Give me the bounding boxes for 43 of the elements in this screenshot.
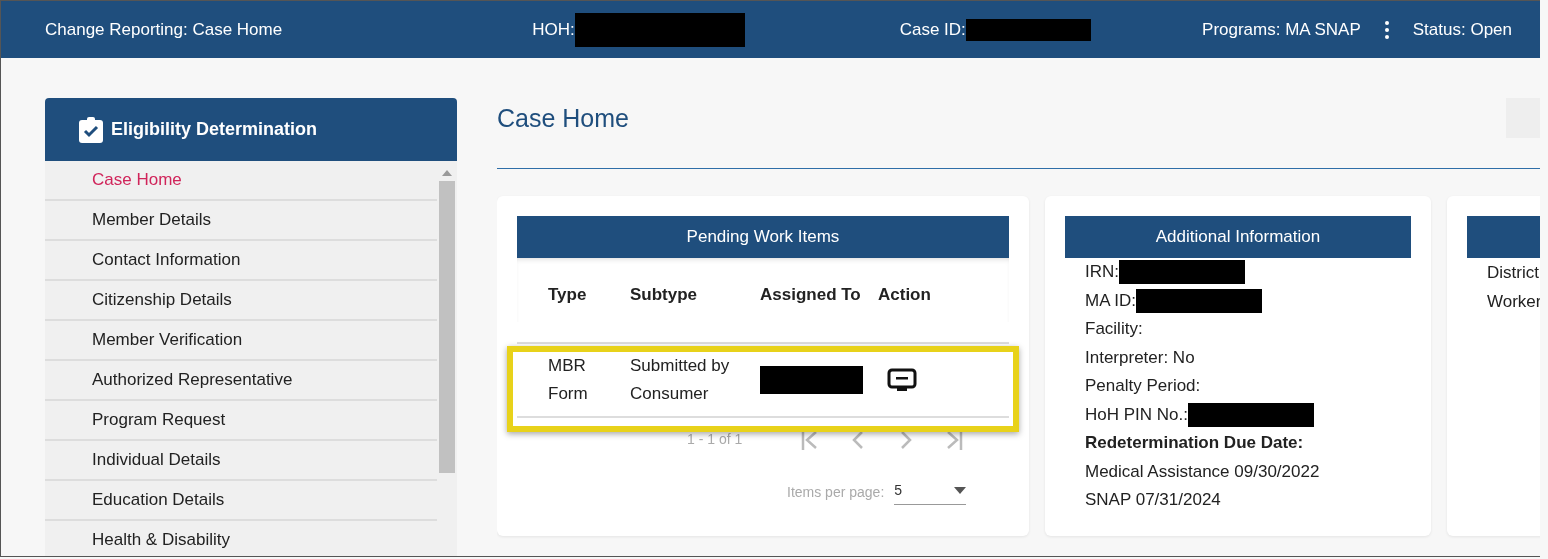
monitor-icon[interactable] [887, 367, 917, 392]
sidebar-item[interactable]: Program Request [45, 401, 437, 441]
scroll-up-icon[interactable] [442, 170, 452, 176]
page-size-select[interactable]: 5 [894, 479, 967, 505]
info-text: Interpreter: No [1085, 346, 1195, 369]
caret-icon [954, 486, 967, 494]
items-per-page-label: Items per page: [787, 482, 885, 502]
sidebar-title: Eligibility Determination [111, 118, 318, 141]
scrollbar-thumb[interactable] [439, 181, 455, 473]
info-text: HoH PIN No.: [1085, 403, 1188, 426]
section-heading: Redetermination Due Date: [1085, 432, 1304, 454]
card-title: Additional Information [1065, 216, 1411, 258]
info-text: Facility: [1085, 318, 1143, 340]
sidebar-item[interactable]: Case Home [45, 161, 437, 201]
sidebar-item[interactable]: Member Verification [45, 321, 437, 361]
info-text: Medical Assistance 09/30/2022 [1085, 460, 1320, 483]
table-cell-text: Submitted by Consumer [630, 354, 731, 405]
column-header: Subtype [630, 284, 699, 306]
info-text: District [1487, 262, 1540, 284]
column-header: Action [878, 284, 932, 306]
status-label: Status: Open [1412, 18, 1512, 41]
sidebar-item[interactable]: Education Details [45, 481, 437, 521]
page-title: Change Reporting: Case Home [45, 18, 283, 41]
range-label: 1 - 1 of 1 [687, 430, 743, 449]
sidebar-item[interactable]: Contact Information [45, 241, 437, 281]
programs-label: Programs: MA SNAP [1202, 18, 1361, 41]
page-heading: Case Home [497, 103, 629, 134]
column-header: Assigned To [760, 284, 862, 306]
info-text: SNAP 07/31/2024 [1085, 489, 1221, 511]
info-text: IRN: [1085, 261, 1119, 283]
sidebar-item[interactable]: Individual Details [45, 441, 437, 481]
column-header: Type [548, 284, 588, 306]
sidebar-item[interactable]: Member Details [45, 201, 437, 241]
sidebar-item[interactable]: Authorized Representative [45, 361, 437, 401]
info-text: MA ID: [1085, 289, 1136, 312]
clipboard-check-icon [79, 116, 103, 143]
info-text: Penalty Period: [1085, 375, 1201, 397]
field-label: Case ID: [899, 18, 966, 41]
more-icon[interactable] [1384, 20, 1389, 39]
table-title: Pending Work Items [517, 216, 1009, 258]
table-cell-text: MBR Form [548, 354, 589, 405]
field-label: HOH: [532, 18, 575, 41]
sidebar-item[interactable]: Citizenship Details [45, 281, 437, 321]
